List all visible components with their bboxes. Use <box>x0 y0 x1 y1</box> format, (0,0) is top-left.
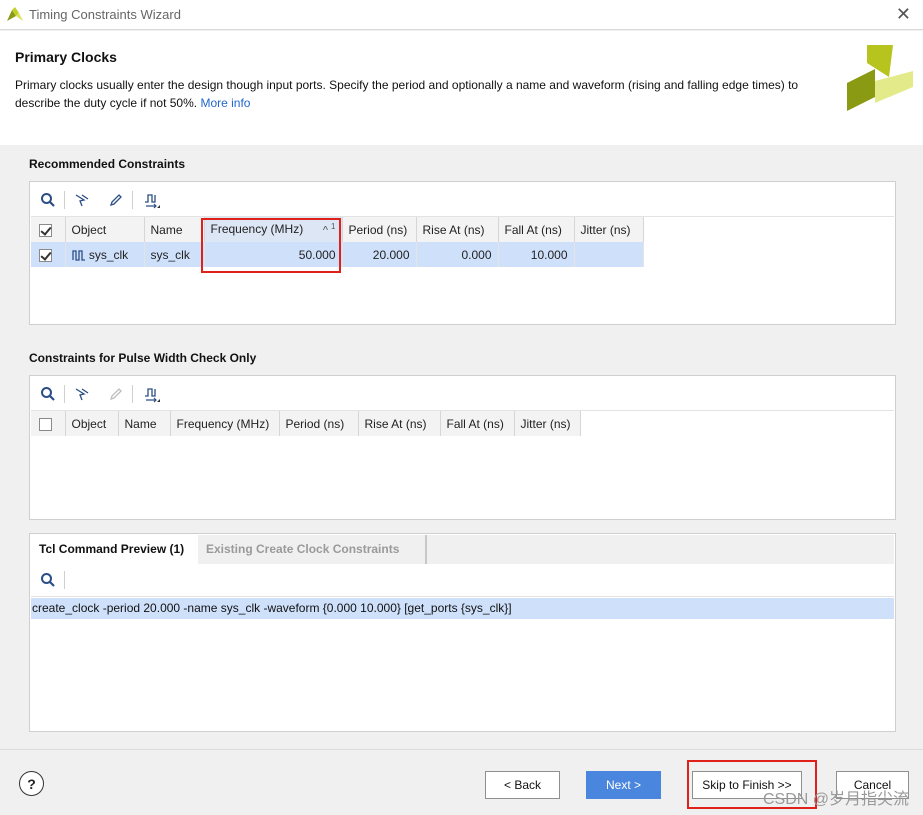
pulse-section-label: Constraints for Pulse Width Check Only <box>29 351 257 365</box>
page-description: Primary clocks usually enter the design … <box>15 76 835 112</box>
toolbar-separator <box>64 191 65 209</box>
column-header-rise[interactable]: Rise At (ns) <box>358 411 441 436</box>
select-all-checkbox[interactable] <box>39 223 52 237</box>
recommended-panel: Object Name Frequency (MHz) ^ 1 Period (n… <box>29 181 896 325</box>
recommended-toolbar <box>31 183 894 217</box>
select-objects-icon[interactable] <box>71 189 93 211</box>
column-header-fall[interactable]: Fall At (ns) <box>440 411 515 436</box>
toolbar-separator <box>132 191 133 209</box>
wizard-header: Primary Clocks Primary clocks usually en… <box>0 31 923 145</box>
search-icon[interactable] <box>37 383 59 405</box>
search-icon[interactable] <box>37 189 59 211</box>
column-header-jitter[interactable]: Jitter (ns) <box>574 217 644 242</box>
toolbar-separator <box>64 385 65 403</box>
select-all-column[interactable] <box>31 217 66 242</box>
back-button[interactable]: < Back <box>485 771 560 799</box>
edit-pencil-icon <box>105 383 127 405</box>
tcl-tabs: Tcl Command Preview (1) Existing Create … <box>31 535 894 585</box>
column-header-rise[interactable]: Rise At (ns) <box>416 217 499 242</box>
close-icon[interactable]: ✕ <box>896 4 911 25</box>
row-select-cell[interactable] <box>31 242 66 267</box>
xilinx-brand-icon <box>847 45 913 111</box>
help-button[interactable]: ? <box>19 771 44 796</box>
waveform-icon[interactable] <box>141 189 163 211</box>
period-cell[interactable]: 20.000 <box>342 242 417 267</box>
more-info-link[interactable]: More info <box>200 96 250 110</box>
tcl-preview-area <box>31 619 894 730</box>
window-title: Timing Constraints Wizard <box>29 7 181 22</box>
csdn-watermark: CSDN @岁月指尖流 <box>762 791 909 808</box>
fall-cell[interactable]: 10.000 <box>498 242 575 267</box>
toolbar-separator <box>64 571 65 589</box>
next-button[interactable]: Next > <box>586 771 661 799</box>
column-header-object[interactable]: Object <box>65 411 119 436</box>
column-header-period[interactable]: Period (ns) <box>279 411 359 436</box>
object-cell[interactable]: sys_clk <box>65 242 145 267</box>
pulse-panel: Object Name Frequency (MHz) Period (ns) … <box>29 375 896 520</box>
search-icon[interactable] <box>37 569 59 591</box>
row-checkbox[interactable] <box>39 248 52 262</box>
table-header-row: Object Name Frequency (MHz) Period (ns) … <box>31 411 581 436</box>
column-header-frequency[interactable]: Frequency (MHz) <box>170 411 280 436</box>
edit-pencil-icon[interactable] <box>105 189 127 211</box>
vivado-logo-icon <box>7 7 23 21</box>
name-cell[interactable]: sys_clk <box>144 242 205 267</box>
toolbar-separator <box>132 385 133 403</box>
page-title: Primary Clocks <box>15 49 117 65</box>
waveform-icon[interactable] <box>141 383 163 405</box>
jitter-cell[interactable] <box>574 242 644 267</box>
pulse-toolbar <box>31 377 894 411</box>
rise-cell[interactable]: 0.000 <box>416 242 499 267</box>
recommended-section-label: Recommended Constraints <box>29 157 186 171</box>
tab-existing-clock-constraints[interactable]: Existing Create Clock Constraints (0) <box>198 535 427 585</box>
tcl-toolbar <box>31 564 894 597</box>
footer-divider <box>0 749 923 750</box>
column-header-fall[interactable]: Fall At (ns) <box>498 217 575 242</box>
select-objects-icon[interactable] <box>71 383 93 405</box>
pulse-table: Object Name Frequency (MHz) Period (ns) … <box>31 411 581 436</box>
title-bar: Timing Constraints Wizard ✕ <box>0 0 923 30</box>
select-all-checkbox[interactable] <box>39 417 52 431</box>
column-header-object[interactable]: Object <box>65 217 145 242</box>
column-header-name[interactable]: Name <box>118 411 171 436</box>
frequency-highlight-box <box>201 218 341 273</box>
column-header-name[interactable]: Name <box>144 217 205 242</box>
select-all-column[interactable] <box>31 411 66 436</box>
tab-tcl-command-preview[interactable]: Tcl Command Preview (1) <box>31 535 198 564</box>
column-header-period[interactable]: Period (ns) <box>342 217 417 242</box>
tcl-panel: Tcl Command Preview (1) Existing Create … <box>29 533 896 732</box>
column-header-jitter[interactable]: Jitter (ns) <box>514 411 581 436</box>
clock-port-icon <box>71 250 85 261</box>
object-value: sys_clk <box>88 247 129 262</box>
description-text: Primary clocks usually enter the design … <box>15 78 799 110</box>
tcl-command-line[interactable]: create_clock -period 20.000 -name sys_cl… <box>31 598 894 619</box>
